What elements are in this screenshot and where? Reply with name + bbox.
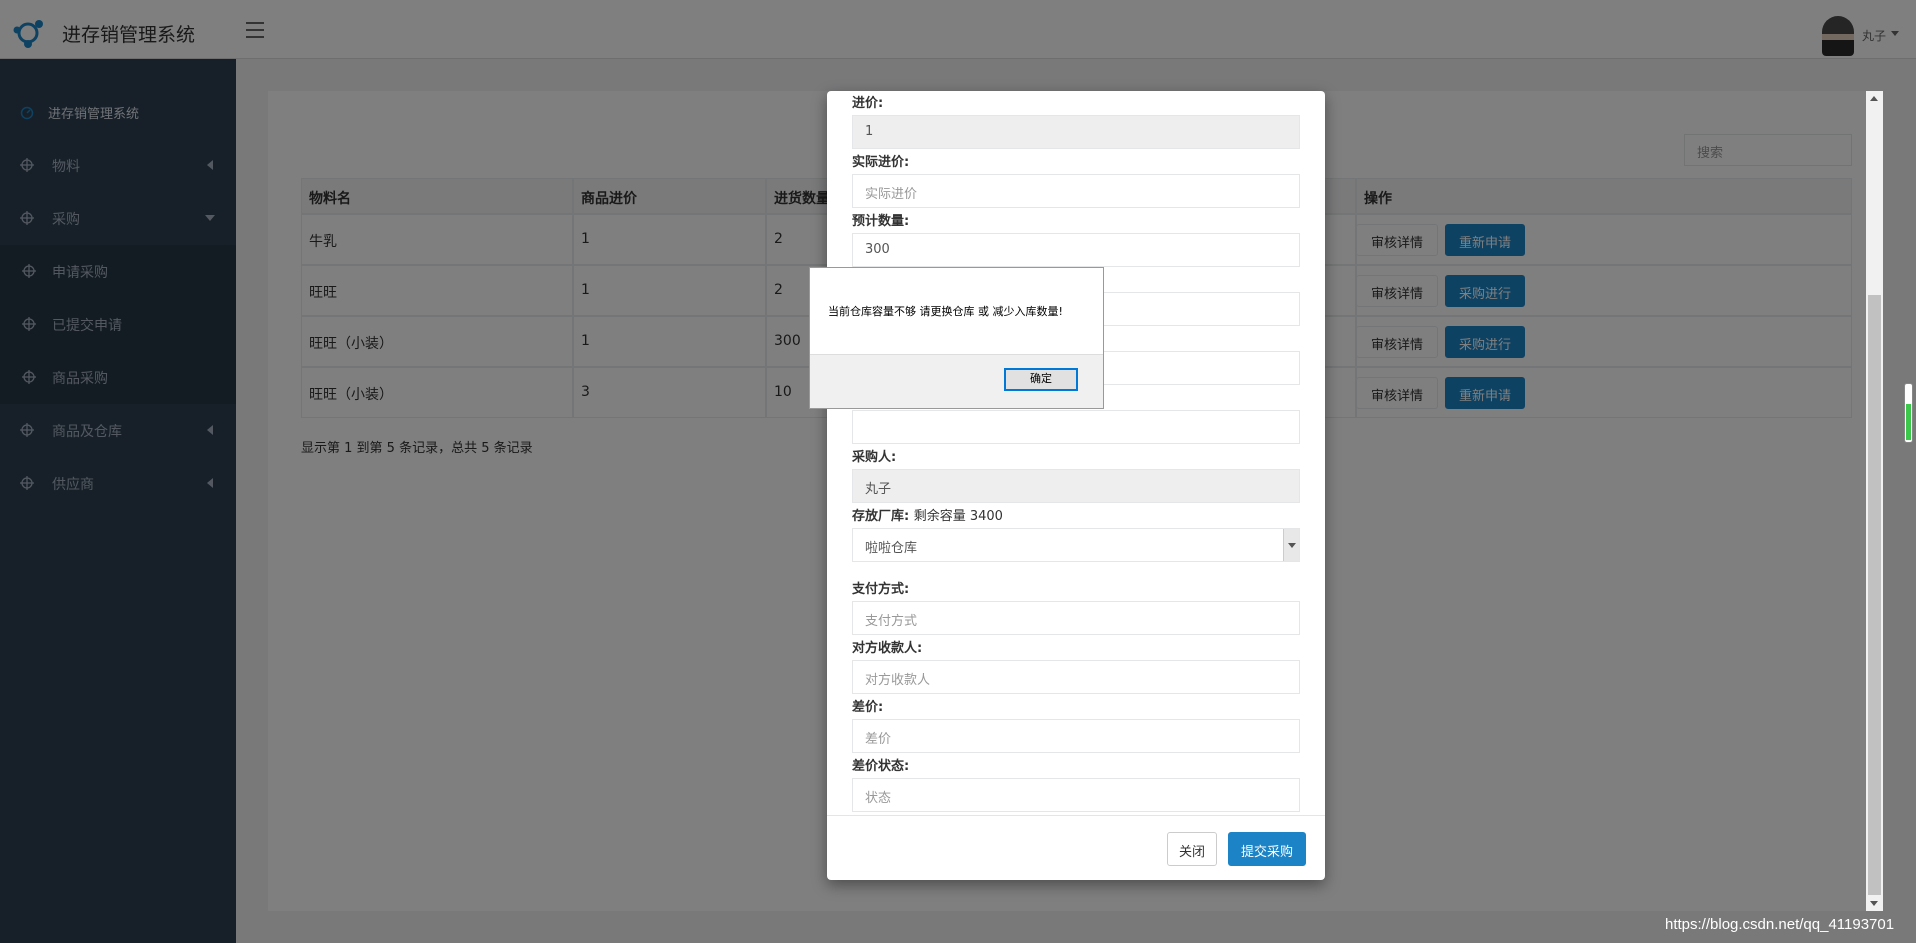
form-field[interactable]	[852, 410, 1300, 444]
price-field[interactable]: 1	[852, 115, 1300, 149]
purchase-modal: 进价: 1 实际进价: 实际进价 预计数量: 300 采购人: 丸子 存放厂库:…	[827, 91, 1325, 880]
watermark: https://blog.csdn.net/qq_41193701	[1665, 916, 1895, 933]
alert-dialog: 当前仓库容量不够 请更换仓库 或 减少入库数量! 确定	[809, 267, 1104, 409]
ok-button[interactable]: 确定	[1004, 368, 1078, 391]
warehouse-selected-value: 啦啦仓库	[865, 541, 918, 556]
scrollbar[interactable]	[1866, 91, 1883, 911]
price-label: 进价:	[852, 96, 884, 111]
scroll-down-icon[interactable]	[1870, 901, 1878, 906]
payee-field[interactable]: 对方收款人	[852, 660, 1300, 694]
actual-price-label: 实际进价:	[852, 155, 910, 170]
warehouse-capacity-note: 剩余容量 3400	[913, 509, 1003, 524]
payee-label: 对方收款人:	[852, 641, 923, 656]
alert-message: 当前仓库容量不够 请更换仓库 或 减少入库数量!	[828, 305, 1063, 318]
diff-field[interactable]: 差价	[852, 719, 1300, 753]
buyer-label: 采购人:	[852, 450, 897, 465]
submit-purchase-button[interactable]: 提交采购	[1228, 832, 1307, 866]
scroll-up-icon[interactable]	[1870, 96, 1878, 101]
chevron-down-icon[interactable]	[1283, 529, 1299, 561]
warehouse-label: 存放厂库: 剩余容量 3400	[852, 505, 1003, 524]
diff-status-label: 差价状态:	[852, 759, 910, 774]
diff-status-field[interactable]: 状态	[852, 778, 1300, 812]
scroll-thumb[interactable]	[1868, 295, 1881, 895]
payment-label: 支付方式:	[852, 582, 910, 597]
warehouse-label-text: 存放厂库:	[852, 509, 910, 524]
close-button[interactable]: 关闭	[1167, 832, 1218, 866]
side-indicator	[1904, 383, 1913, 443]
payment-field[interactable]: 支付方式	[852, 601, 1300, 635]
actual-price-field[interactable]: 实际进价	[852, 174, 1300, 208]
est-qty-field[interactable]: 300	[852, 233, 1300, 267]
diff-label: 差价:	[852, 700, 884, 715]
warehouse-select[interactable]: 啦啦仓库	[852, 528, 1300, 562]
buyer-field[interactable]: 丸子	[852, 469, 1300, 503]
est-qty-label: 预计数量:	[852, 214, 910, 229]
